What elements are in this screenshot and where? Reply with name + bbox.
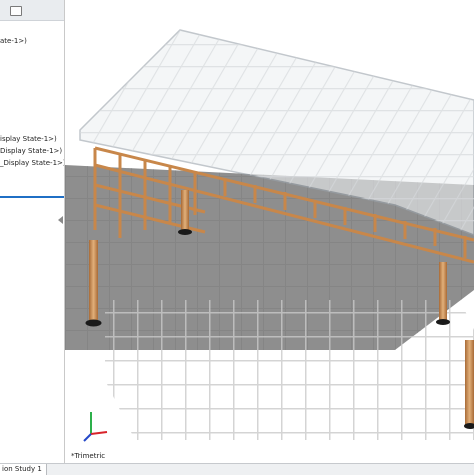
bottom-tab-bar: ion Study 1 [0,463,474,475]
leg-foot-front-left [85,319,102,327]
table-leg-rear-left [181,190,189,230]
model-render [65,29,474,440]
table-leg-front-left [89,240,98,322]
table-leg-right-edge [465,340,474,425]
panel-toolbar-icon[interactable] [10,6,22,16]
graphics-viewport[interactable]: *Trimetric [65,0,474,463]
tree-item-3[interactable]: Display State-1>) [0,147,62,156]
floor-reflection [105,300,474,440]
tree-item-4[interactable]: _Display State-1>) [0,159,64,168]
tree-item-2[interactable]: isplay State-1>) [0,135,57,144]
leg-foot-front-right [436,319,450,325]
table-leg-front-right [439,262,447,320]
leg-foot-rear-left [178,229,192,235]
tree-item-1[interactable]: ate-1>) [0,37,27,46]
tab-motion-study[interactable]: ion Study 1 [0,464,47,475]
feature-manager-panel: ate-1>) isplay State-1>) Display State-1… [0,0,65,463]
reference-triad [81,408,111,444]
view-orientation-label: *Trimetric [71,452,106,460]
collapse-panel-icon[interactable] [58,216,63,224]
panel-divider [0,196,64,198]
panel-header [0,0,64,21]
